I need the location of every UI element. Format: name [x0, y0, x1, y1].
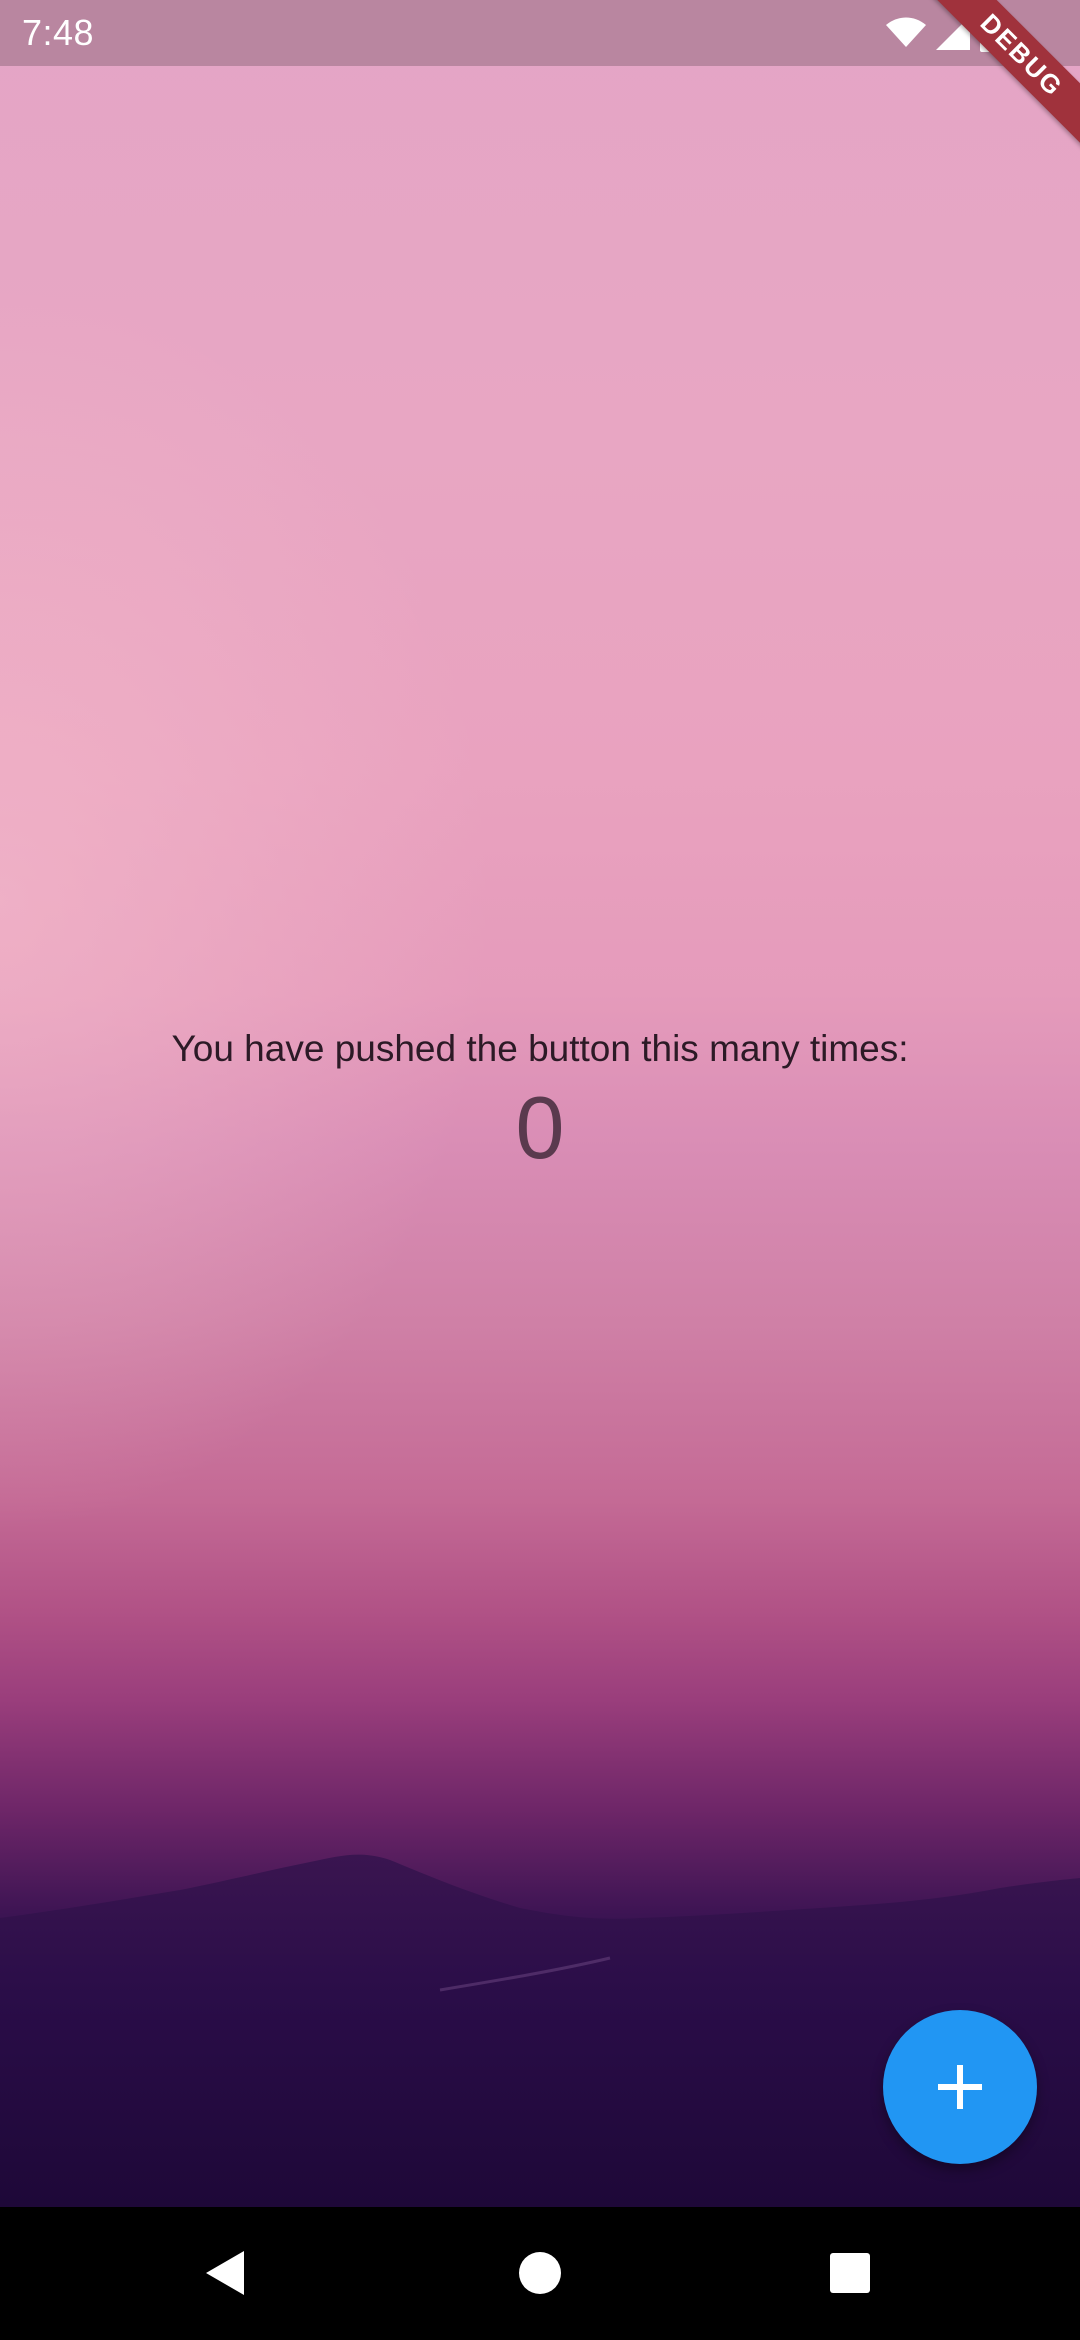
plus-icon	[938, 2065, 982, 2109]
system-navigation-bar	[0, 2207, 1080, 2340]
status-time: 7:48	[22, 12, 95, 53]
debug-banner: DEBUG	[920, 0, 1080, 160]
recents-icon	[830, 2253, 870, 2293]
status-bar: 7:48	[0, 0, 1080, 66]
home-icon	[519, 2252, 561, 2294]
counter-message: You have pushed the button this many tim…	[171, 1028, 909, 1069]
debug-banner-label: DEBUG	[922, 0, 1080, 155]
app-screen: 7:48 DEBUG You have pushed the button th…	[0, 0, 1080, 2340]
counter-section: You have pushed the button this many tim…	[0, 1020, 1080, 1176]
increment-button[interactable]	[883, 2010, 1037, 2164]
back-button[interactable]	[196, 2243, 256, 2303]
back-icon	[206, 2251, 244, 2295]
counter-value: 0	[515, 1078, 565, 1177]
home-button[interactable]	[510, 2243, 570, 2303]
recents-button[interactable]	[820, 2243, 880, 2303]
